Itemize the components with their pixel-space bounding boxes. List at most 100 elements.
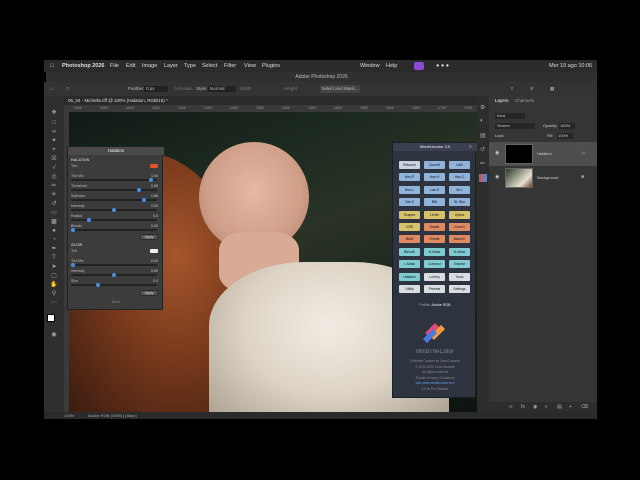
foreground-color-swatch[interactable]: [47, 314, 55, 322]
trash-icon[interactable]: ⌫: [581, 402, 588, 412]
menu-plugins[interactable]: Plugins: [262, 60, 280, 72]
menu-select[interactable]: Select: [202, 60, 217, 72]
slider-track[interactable]: [71, 264, 157, 266]
mtc-button-baw[interactable]: BAW: [399, 235, 420, 244]
slider-value[interactable]: 2.00: [146, 204, 158, 208]
select-and-mask-button[interactable]: Select and Mask...: [320, 85, 360, 93]
mtc-button-hue-l[interactable]: Hue-L: [399, 185, 420, 194]
slider-value[interactable]: 0.4: [146, 279, 158, 283]
color-panel-icon[interactable]: [479, 174, 487, 182]
visibility-eye-icon[interactable]: ◉: [495, 174, 499, 180]
layer-name[interactable]: Halation: [537, 151, 552, 156]
mtc-button-tools[interactable]: Tools: [449, 272, 470, 281]
brushes-icon[interactable]: ✏: [480, 160, 485, 167]
slider-track[interactable]: [71, 219, 157, 221]
mtc-button-sat-s[interactable]: Sat-S: [399, 198, 420, 207]
slider-handle[interactable]: [112, 208, 116, 212]
slider-track[interactable]: [71, 189, 157, 191]
properties-icon[interactable]: ⚙: [480, 104, 485, 111]
notification-icon[interactable]: [414, 62, 424, 70]
fx-icon[interactable]: fx: [521, 402, 525, 412]
adjustments-icon[interactable]: ◐: [480, 118, 484, 124]
new-layer-icon[interactable]: +: [569, 402, 572, 412]
tab-layers[interactable]: Layers: [495, 96, 509, 106]
layer-name[interactable]: Background: [537, 175, 558, 180]
link-icon[interactable]: ∞: [509, 402, 513, 412]
group-icon[interactable]: ▤: [557, 402, 562, 412]
style-select[interactable]: Normal: [208, 86, 236, 92]
mtc-button-scapes[interactable]: Scapes: [399, 210, 420, 219]
libraries-icon[interactable]: ▤: [480, 132, 486, 139]
opacity-input[interactable]: 100%: [559, 123, 575, 129]
marquee-options-icon[interactable]: □: [66, 82, 69, 96]
brush-tool-icon[interactable]: ✏: [49, 183, 59, 190]
mtc-button-hue-c[interactable]: Hue-C: [449, 173, 470, 182]
path-select-tool-icon[interactable]: ➤: [49, 264, 59, 271]
mtc-button-sl-blur[interactable]: SL Blur: [449, 198, 470, 207]
menu-type[interactable]: Type: [184, 60, 196, 72]
quick-mask-icon[interactable]: ◉: [49, 332, 59, 339]
panel-menu-icon[interactable]: ≡: [469, 144, 472, 150]
menu-image[interactable]: Image: [142, 60, 157, 72]
mtc-button-cse[interactable]: CSE: [399, 223, 420, 231]
menu-layer[interactable]: Layer: [164, 60, 178, 72]
mtc-button-lab[interactable]: LAB: [449, 161, 470, 169]
mtc-button-retouch[interactable]: Retouch: [399, 161, 420, 169]
mask-icon[interactable]: ◉: [533, 402, 537, 412]
type-tool-icon[interactable]: T: [49, 255, 59, 262]
search-icon[interactable]: ⚲: [530, 82, 533, 96]
blur-tool-icon[interactable]: ●: [49, 228, 59, 235]
adjustment-layer-icon[interactable]: ◐: [545, 402, 548, 412]
slider-handle[interactable]: [141, 198, 146, 202]
menu-window[interactable]: Window: [360, 60, 380, 72]
quick-select-tool-icon[interactable]: ✦: [49, 138, 59, 145]
menu-view[interactable]: View: [244, 60, 256, 72]
home-icon[interactable]: ⌂: [50, 82, 53, 96]
mtc-button-orientr[interactable]: Orientr: [424, 235, 445, 244]
hand-tool-icon[interactable]: ✋: [49, 282, 59, 289]
workspace-icon[interactable]: ▦: [550, 82, 554, 96]
mtc-button-h-mask[interactable]: H-Mask: [424, 247, 445, 256]
mtc-button-volume[interactable]: Volume: [449, 260, 470, 269]
frame-tool-icon[interactable]: ☒: [49, 156, 59, 163]
document-tab[interactable]: 06_04 - Michelle.tiff @ 100% (Halation, …: [64, 96, 477, 105]
mtc-button-bw[interactable]: BW: [424, 198, 445, 207]
slider-handle[interactable]: [148, 178, 153, 182]
clone-stamp-tool-icon[interactable]: ☀: [49, 192, 59, 199]
move-tool-icon[interactable]: ✥: [49, 110, 59, 117]
mtc-button-d-mask[interactable]: D-Mask: [449, 247, 470, 256]
eyedropper-tool-icon[interactable]: √: [49, 165, 59, 172]
tab-channels[interactable]: Channels: [515, 96, 534, 106]
healing-brush-tool-icon[interactable]: ◎: [49, 174, 59, 181]
menu-filter[interactable]: Filter: [224, 60, 236, 72]
slider-value[interactable]: 0.5: [146, 214, 158, 218]
glow-apply-button[interactable]: Apply: [140, 290, 158, 296]
mtc-button-correg[interactable]: CorreG: [449, 223, 470, 231]
shape-tool-icon[interactable]: ▢: [49, 273, 59, 280]
mtc-button-utility[interactable]: Utility: [399, 285, 420, 293]
slider-handle[interactable]: [71, 228, 75, 232]
dodge-tool-icon[interactable]: ◔: [49, 237, 59, 244]
layer-row-halation[interactable]: ◉ Halation ☼: [489, 142, 597, 166]
smart-filter-icon[interactable]: ☼: [581, 150, 586, 156]
mtc-button-halation[interactable]: Halation: [399, 272, 420, 281]
fill-input[interactable]: 100%: [557, 133, 573, 139]
marquee-tool-icon[interactable]: □: [49, 120, 59, 127]
mtc-button-hue-p[interactable]: Hue-P: [399, 173, 420, 182]
mtc-button-presets[interactable]: Presets: [424, 285, 445, 293]
mtc-button-optics[interactable]: Optics: [449, 210, 470, 219]
lasso-tool-icon[interactable]: ∞: [49, 129, 59, 136]
slider-value[interactable]: 0.00: [146, 224, 158, 228]
zoom-level[interactable]: 100%: [64, 412, 74, 419]
apple-icon[interactable]: : [50, 60, 54, 72]
slider-value[interactable]: 0.86: [146, 194, 158, 198]
blend-mode-select[interactable]: Screen: [495, 123, 535, 129]
slider-value[interactable]: 0.00: [146, 259, 158, 263]
visibility-eye-icon[interactable]: ◉: [495, 150, 499, 156]
mtc-button-settings[interactable]: Settings: [449, 285, 470, 293]
slider-handle[interactable]: [112, 273, 116, 277]
antialias-checkbox[interactable]: Anti-alias: [174, 82, 193, 96]
mtc-button-sk-l[interactable]: Sk-L: [449, 185, 470, 194]
history-icon[interactable]: ↺: [480, 146, 485, 153]
slider-track[interactable]: [71, 284, 157, 286]
